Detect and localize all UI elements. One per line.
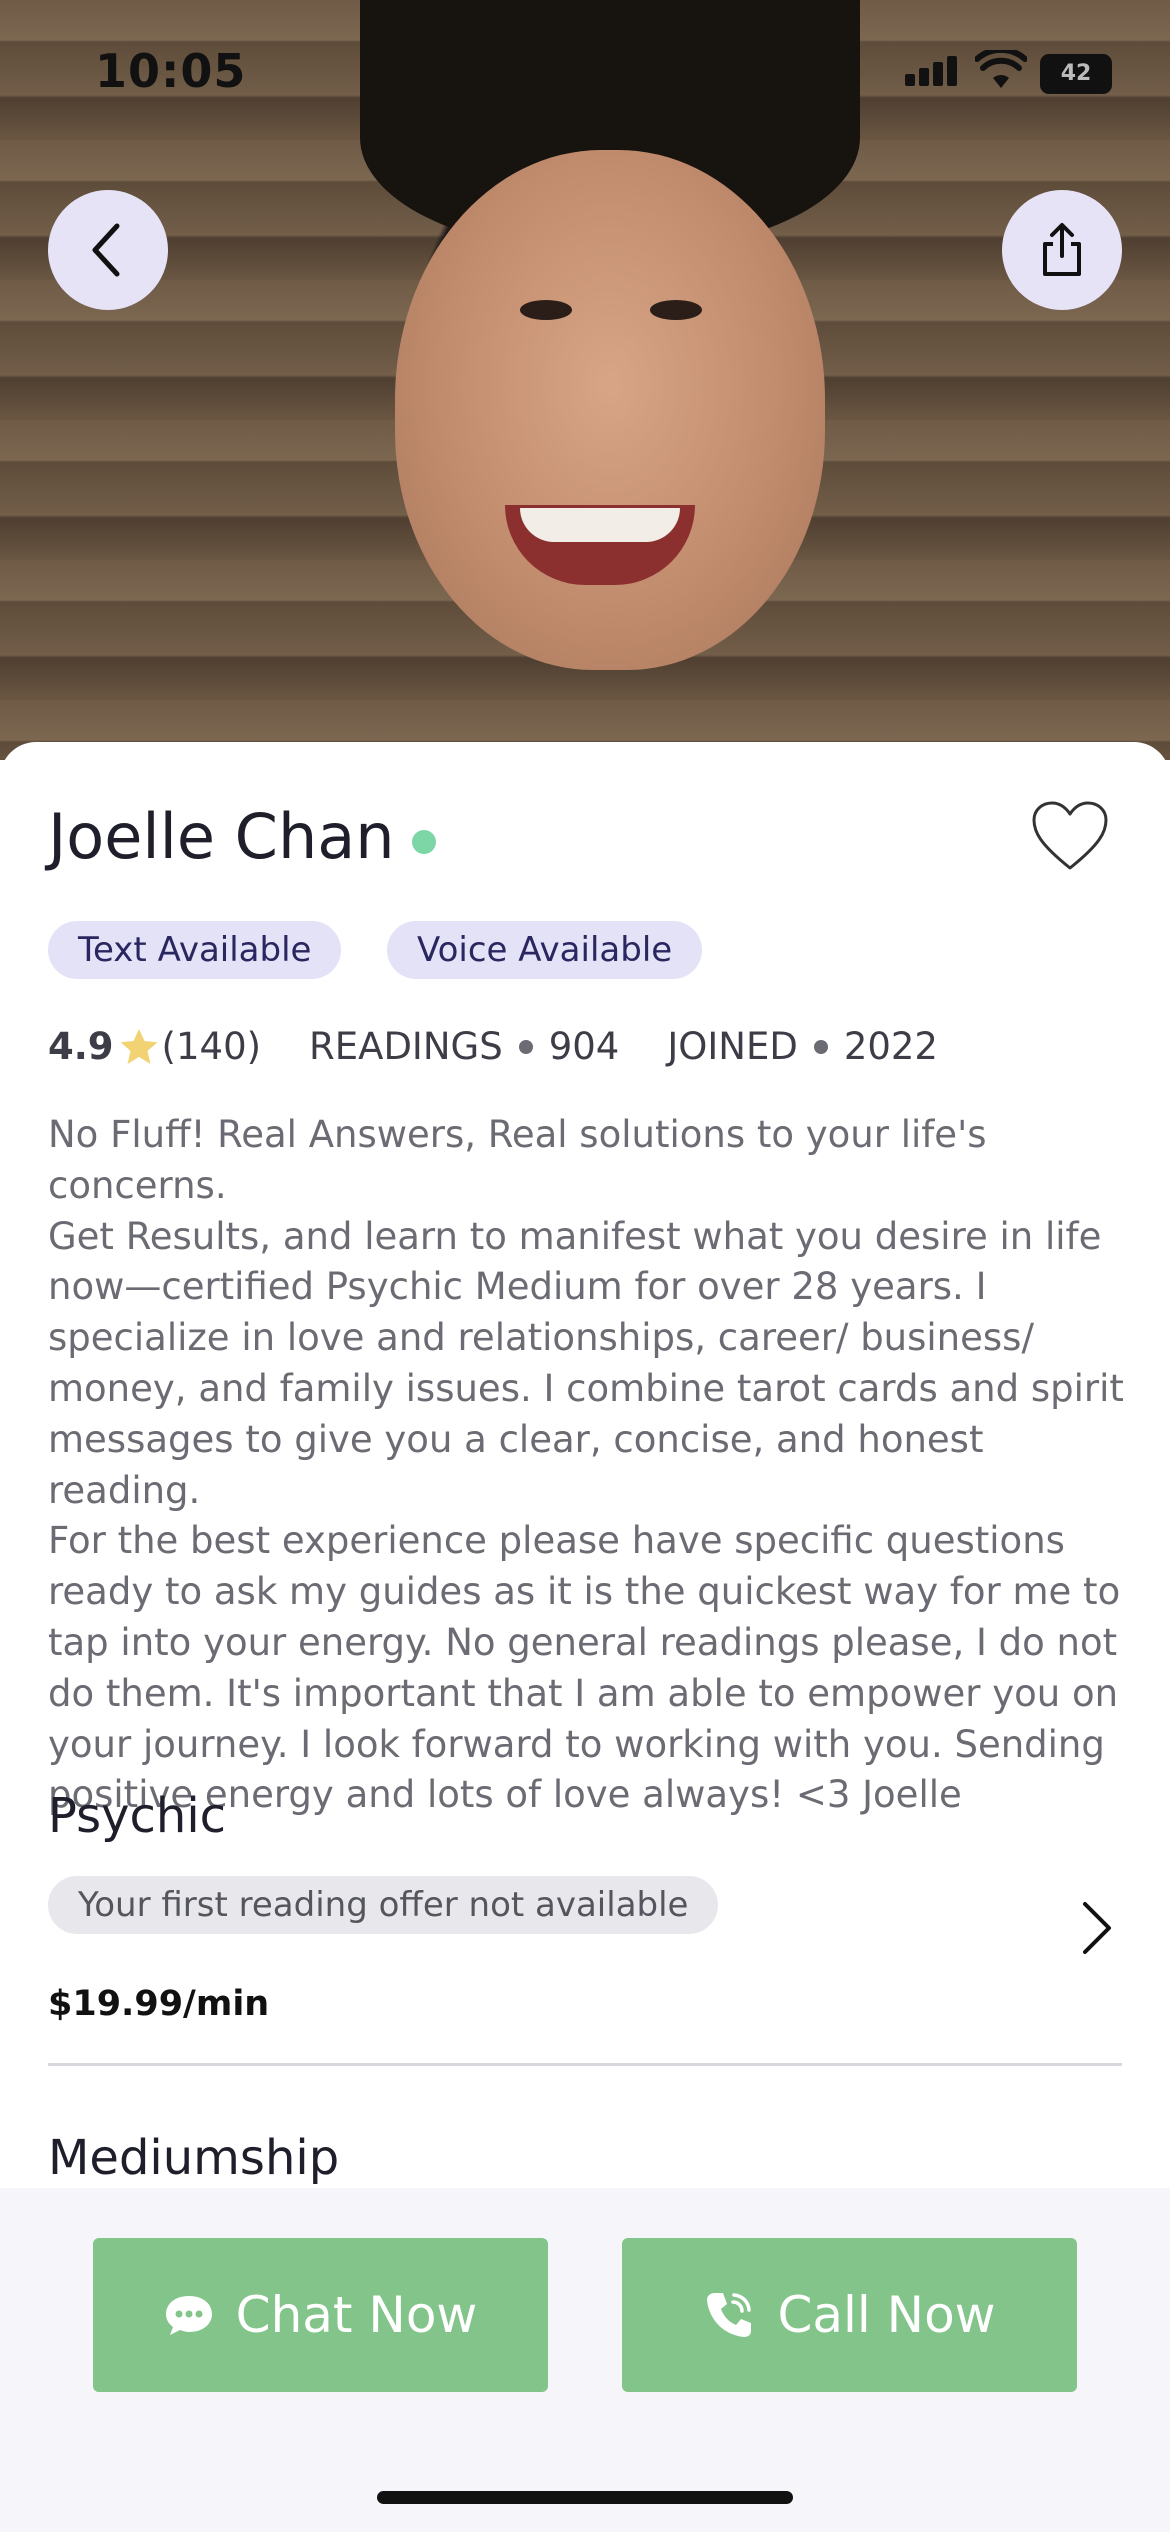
first-reading-offer-badge: Your first reading offer not available — [48, 1876, 719, 1934]
photo-face — [395, 150, 825, 670]
separator-dot — [518, 1039, 533, 1054]
photo-teeth — [520, 508, 680, 542]
joined-value: 2022 — [843, 1025, 938, 1068]
share-button[interactable] — [1002, 190, 1122, 310]
status-bar: 10:05 42 — [0, 0, 1170, 140]
chat-bubble-icon — [165, 2296, 212, 2335]
text-available-badge: Text Available — [48, 921, 342, 979]
wifi-icon — [975, 50, 1027, 88]
chevron-right-icon[interactable] — [1075, 1898, 1119, 1958]
phone-icon — [707, 2293, 752, 2337]
voice-available-badge: Voice Available — [387, 921, 703, 979]
status-time: 10:05 — [95, 44, 247, 98]
photo-eye — [520, 300, 572, 320]
call-now-label: Call Now — [777, 2286, 996, 2344]
favorite-heart-icon[interactable] — [1030, 800, 1110, 872]
readings-value: 904 — [548, 1025, 620, 1068]
star-icon — [120, 1028, 158, 1064]
service-title-psychic: Psychic — [48, 1788, 227, 1844]
photo-eye — [650, 300, 702, 320]
service-title-mediumship: Mediumship — [48, 2130, 340, 2186]
chat-now-label: Chat Now — [235, 2286, 478, 2344]
call-now-button[interactable]: Call Now — [622, 2238, 1077, 2392]
battery-icon: 42 — [1040, 54, 1112, 94]
home-indicator[interactable] — [377, 2491, 793, 2504]
readings-label: READINGS — [309, 1025, 503, 1068]
rating-value: 4.9 — [48, 1025, 114, 1068]
separator-dot — [813, 1039, 828, 1054]
review-count[interactable]: (140) — [162, 1025, 262, 1068]
chat-now-button[interactable]: Chat Now — [93, 2238, 548, 2392]
divider — [48, 2063, 1122, 2066]
online-status-indicator — [412, 830, 436, 854]
service-price: $19.99/min — [48, 1984, 270, 2024]
joined-label: JOINED — [667, 1025, 798, 1068]
advisor-stats: 4.9 (140) READINGS 904 JOINED 2022 — [48, 1025, 938, 1068]
advisor-name: Joelle Chan — [48, 800, 395, 873]
chevron-left-icon — [92, 223, 120, 277]
advisor-bio: No Fluff! Real Answers, Real solutions t… — [48, 1113, 1124, 1817]
back-button[interactable] — [48, 190, 168, 310]
share-icon — [1043, 223, 1081, 276]
